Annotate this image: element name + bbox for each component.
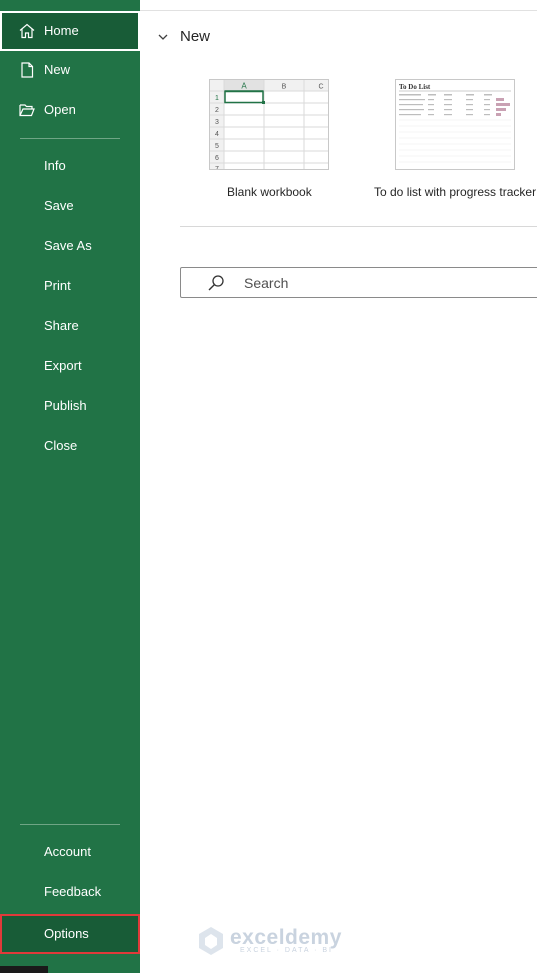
nav-open-label: Open xyxy=(44,102,76,117)
nav-account[interactable]: Account xyxy=(0,832,140,872)
template-blank-workbook-caption: Blank workbook xyxy=(227,185,312,199)
template-todo-list-caption: To do list with progress tracker xyxy=(374,185,537,199)
nav-export-label: Export xyxy=(44,358,82,373)
row-number: 7 xyxy=(215,166,219,169)
blank-workbook-preview: A B C 1 2 3 4 5 6 7 xyxy=(210,80,328,169)
exceldemy-logo-icon xyxy=(199,927,223,955)
section-divider xyxy=(180,226,537,227)
nav-save[interactable]: Save xyxy=(0,186,140,226)
template-todo-list[interactable]: To Do List xyxy=(395,79,515,170)
nav-options-label: Options xyxy=(44,926,89,941)
nav-new[interactable]: New xyxy=(0,50,140,90)
search-icon xyxy=(208,275,224,291)
col-header-a: A xyxy=(241,82,247,91)
nav-export[interactable]: Export xyxy=(0,346,140,386)
nav-print-label: Print xyxy=(44,278,71,293)
nav-share-label: Share xyxy=(44,318,79,333)
nav-options[interactable]: Options xyxy=(0,914,140,954)
nav-publish-label: Publish xyxy=(44,398,87,413)
col-header-b: B xyxy=(282,84,287,91)
search-input[interactable] xyxy=(180,267,537,298)
todo-preview-title: To Do List xyxy=(399,83,431,91)
row-number: 5 xyxy=(215,143,219,150)
nav-home[interactable]: Home xyxy=(0,11,140,51)
sidebar-divider-top xyxy=(20,138,120,139)
row-number: 2 xyxy=(215,107,219,114)
new-section-title: New xyxy=(180,28,211,45)
watermark-tagline: EXCEL · DATA · BI xyxy=(240,947,333,954)
nav-save-label: Save xyxy=(44,198,74,213)
col-header-c: C xyxy=(318,84,323,91)
header-divider xyxy=(140,10,537,11)
row-number: 3 xyxy=(215,119,219,126)
row-number: 1 xyxy=(215,95,219,102)
nav-account-label: Account xyxy=(44,844,91,859)
nav-close-label: Close xyxy=(44,438,78,453)
backstage-sidebar: Home New Open Info Save Save As Print Sh… xyxy=(0,0,140,973)
nav-info-label: Info xyxy=(44,158,66,173)
nav-home-label: Home xyxy=(44,23,79,38)
todo-list-preview: To Do List xyxy=(399,83,511,163)
nav-share[interactable]: Share xyxy=(0,306,140,346)
nav-close[interactable]: Close xyxy=(0,426,140,466)
row-number: 6 xyxy=(215,155,219,162)
nav-save-as[interactable]: Save As xyxy=(0,226,140,266)
new-document-icon xyxy=(21,62,34,78)
nav-new-label: New xyxy=(44,62,71,77)
nav-feedback-label: Feedback xyxy=(44,884,102,899)
home-icon xyxy=(19,23,35,39)
chevron-down-icon[interactable] xyxy=(157,31,169,43)
search-placeholder: Search xyxy=(244,275,289,291)
taskbar-edge xyxy=(0,966,48,973)
nav-save-as-label: Save As xyxy=(44,238,92,253)
sidebar-divider-bottom xyxy=(20,824,120,825)
nav-publish[interactable]: Publish xyxy=(0,386,140,426)
folder-open-icon xyxy=(19,104,35,117)
nav-print[interactable]: Print xyxy=(0,266,140,306)
nav-info[interactable]: Info xyxy=(0,146,140,186)
nav-open[interactable]: Open xyxy=(0,90,140,130)
template-blank-workbook[interactable]: A B C 1 2 3 4 5 6 7 xyxy=(209,79,329,170)
row-number: 4 xyxy=(215,131,219,138)
nav-feedback[interactable]: Feedback xyxy=(0,872,140,912)
